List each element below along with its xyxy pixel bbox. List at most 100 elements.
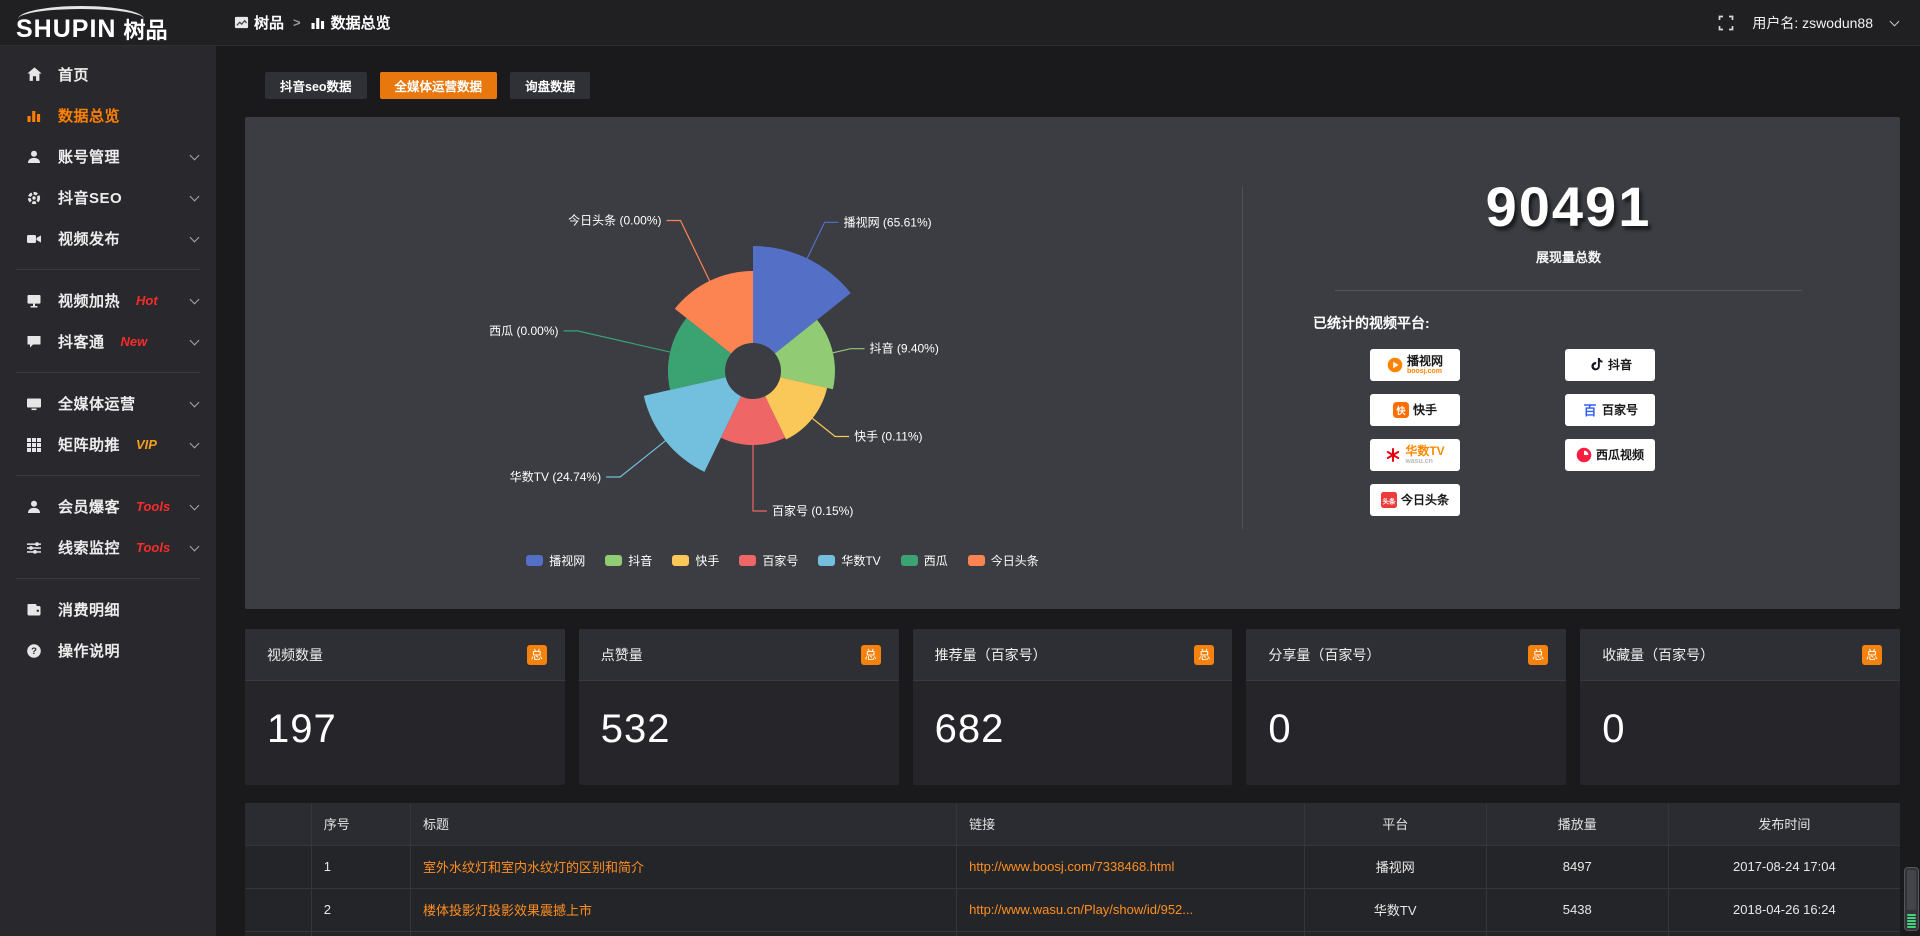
chart-legend: 播视网 抖音 快手 百家号 华数TV 西瓜 今日头条 bbox=[245, 552, 1320, 569]
column-header-序号: 序号 bbox=[311, 803, 410, 845]
overview-chart-panel: 播视网 (65.61%)抖音 (9.40%)快手 (0.11%)百家号 (0.1… bbox=[245, 117, 1900, 609]
sidebar-item-media-operation[interactable]: 全媒体运营 bbox=[0, 383, 216, 424]
pie-label: 抖音 (9.40%) bbox=[870, 341, 939, 356]
help-icon: ? bbox=[26, 643, 44, 659]
user-icon bbox=[26, 149, 44, 165]
sidebar-item-home[interactable]: 首页 bbox=[0, 54, 216, 95]
legend-item-华数TV[interactable]: 华数TV bbox=[818, 552, 880, 569]
breadcrumb-item-shupin[interactable]: 树品 bbox=[234, 12, 284, 33]
chevron-down-icon bbox=[190, 438, 200, 448]
platform-name: 今日头条 bbox=[1401, 494, 1449, 506]
stat-card-title: 视频数量 bbox=[267, 645, 323, 665]
legend-label: 今日头条 bbox=[991, 552, 1039, 569]
legend-item-快手[interactable]: 快手 bbox=[672, 552, 719, 569]
legend-swatch bbox=[901, 555, 918, 566]
sidebar-divider bbox=[16, 475, 200, 476]
main-content: 抖音seo数据全媒体运营数据询盘数据 播视网 (65.61%)抖音 (9.40%… bbox=[216, 46, 1920, 936]
photo-icon bbox=[234, 15, 249, 30]
chevron-down-icon bbox=[190, 500, 200, 510]
sidebar-item-label: 会员爆客 bbox=[58, 496, 120, 517]
stat-card-title: 推荐量（百家号） bbox=[935, 645, 1047, 665]
sidebar-item-account-manage[interactable]: 账号管理 bbox=[0, 136, 216, 177]
sidebar-item-member-baoke[interactable]: 会员爆客 Tools bbox=[0, 486, 216, 527]
platform-name: 西瓜视频 bbox=[1596, 449, 1644, 461]
video-url-link[interactable]: http://www.boosj.com/7338468.html bbox=[969, 859, 1174, 874]
video-title-link[interactable]: 楼体投影灯投影效果震撼上市 bbox=[423, 903, 592, 918]
sidebar-item-clue-monitor[interactable]: 线索监控Tools bbox=[0, 527, 216, 568]
tab-media-operation-data[interactable]: 全媒体运营数据 bbox=[380, 72, 498, 99]
sidebar-item-douketong[interactable]: 抖客通New bbox=[0, 321, 216, 362]
sidebar-item-data-overview[interactable]: 数据总览 bbox=[0, 95, 216, 136]
pie-label-line bbox=[606, 441, 665, 477]
sidebar-item-label: 抖音SEO bbox=[58, 187, 122, 208]
breadcrumb-label: 树品 bbox=[254, 12, 284, 33]
chevron-down-icon bbox=[190, 335, 200, 345]
cell-seq: 1 bbox=[311, 845, 410, 888]
stat-card-favorite-count: 收藏量（百家号）总0 bbox=[1580, 629, 1900, 785]
video-title-link[interactable]: 室外水纹灯和室内水纹灯的区别和简介 bbox=[423, 860, 644, 875]
platform-subtext: boosj.com bbox=[1407, 368, 1443, 375]
sidebar-divider bbox=[16, 269, 200, 270]
chevron-down-icon[interactable] bbox=[1890, 16, 1900, 26]
stat-total-badge: 总 bbox=[527, 645, 547, 665]
sidebar-item-video-publish[interactable]: 视频发布 bbox=[0, 218, 216, 259]
sidebar-divider bbox=[16, 578, 200, 579]
cell-platform: 播视网 bbox=[1304, 845, 1486, 888]
platforms-title: 已统计的视频平台: bbox=[1313, 313, 1872, 333]
video-url-link[interactable]: http://www.wasu.cn/Play/show/id/952... bbox=[969, 902, 1193, 917]
legend-swatch bbox=[526, 555, 543, 566]
pie-label-line bbox=[753, 445, 767, 511]
fullscreen-icon[interactable] bbox=[1718, 15, 1734, 31]
wasu-logo-icon bbox=[1385, 447, 1401, 463]
legend-item-今日头条[interactable]: 今日头条 bbox=[968, 552, 1039, 569]
home-icon bbox=[26, 66, 44, 83]
svg-text:快: 快 bbox=[1396, 405, 1406, 416]
page-scrollbar-widget[interactable] bbox=[1904, 867, 1919, 931]
stat-card-recommend-count: 推荐量（百家号）总682 bbox=[913, 629, 1233, 785]
stat-cards-row: 视频数量总197点赞量总532推荐量（百家号）总682分享量（百家号）总0收藏量… bbox=[245, 629, 1900, 785]
chevron-down-icon bbox=[190, 541, 200, 551]
sidebar-item-video-heat[interactable]: 视频加热Hot bbox=[0, 280, 216, 321]
column-header-平台: 平台 bbox=[1304, 803, 1486, 845]
breadcrumb-item-data-overview[interactable]: 数据总览 bbox=[310, 12, 391, 33]
summary-divider bbox=[1335, 290, 1802, 291]
sidebar-item-label: 线索监控 bbox=[58, 537, 120, 558]
legend-swatch bbox=[818, 555, 835, 566]
chevron-down-icon bbox=[190, 294, 200, 304]
tab-douyin-seo-data[interactable]: 抖音seo数据 bbox=[265, 72, 367, 99]
stat-card-header: 推荐量（百家号）总 bbox=[913, 629, 1233, 681]
chevron-down-icon bbox=[190, 191, 200, 201]
legend-item-播视网[interactable]: 播视网 bbox=[526, 552, 585, 569]
legend-swatch bbox=[605, 555, 622, 566]
legend-item-西瓜[interactable]: 西瓜 bbox=[901, 552, 948, 569]
sidebar-item-badge: Tools bbox=[136, 499, 170, 514]
sidebar-item-label: 操作说明 bbox=[58, 640, 120, 661]
pie-label-line bbox=[667, 221, 710, 281]
pie-label-line bbox=[833, 349, 865, 353]
legend-label: 百家号 bbox=[762, 552, 798, 569]
sidebar-item-matrix-boost[interactable]: 矩阵助推VIP bbox=[0, 424, 216, 465]
stat-card-value: 0 bbox=[1580, 681, 1900, 752]
legend-item-百家号[interactable]: 百家号 bbox=[739, 552, 798, 569]
platform-card-kuaishou: 快快手 bbox=[1370, 394, 1460, 426]
sidebar-item-label: 视频发布 bbox=[58, 228, 120, 249]
sidebar-item-label: 抖客通 bbox=[58, 331, 105, 352]
stat-total-badge: 总 bbox=[861, 645, 881, 665]
sidebar-item-badge: Hot bbox=[136, 293, 158, 308]
scrollbar-thumb[interactable] bbox=[1907, 870, 1916, 910]
cell-time: 2017-08-24 17:04 bbox=[1668, 845, 1900, 888]
platform-card-wasu: 华数TVwasu.cn bbox=[1370, 439, 1460, 471]
sidebar-item-help[interactable]: ? 操作说明 bbox=[0, 630, 216, 671]
legend-label: 抖音 bbox=[628, 552, 652, 569]
boosj-logo-icon bbox=[1387, 357, 1403, 373]
pie-slice-华数TV[interactable] bbox=[644, 377, 741, 472]
sidebar-item-consume-detail[interactable]: 消费明细 bbox=[0, 589, 216, 630]
platform-name: 抖音 bbox=[1608, 359, 1632, 371]
username-label[interactable]: 用户名: zswodun88 bbox=[1752, 13, 1873, 33]
legend-item-抖音[interactable]: 抖音 bbox=[605, 552, 652, 569]
cell-time: 2018-04-26 16:24 bbox=[1668, 888, 1900, 931]
tab-inquiry-data[interactable]: 询盘数据 bbox=[510, 72, 590, 99]
breadcrumb: 树品>数据总览 bbox=[234, 12, 391, 33]
camera-icon bbox=[26, 231, 44, 247]
sidebar-item-douyin-seo[interactable]: 抖音SEO bbox=[0, 177, 216, 218]
